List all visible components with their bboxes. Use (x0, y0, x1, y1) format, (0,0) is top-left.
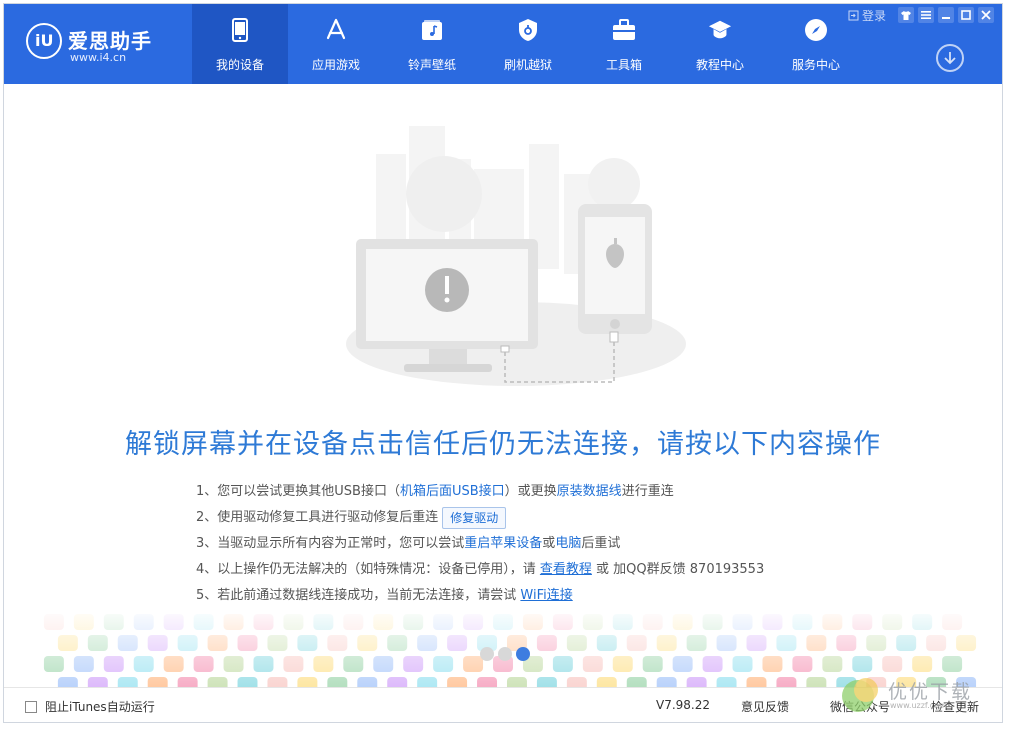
iphone-icon (578, 204, 652, 334)
restart-device-link[interactable]: 重启苹果设备 (464, 536, 542, 551)
close-button[interactable] (978, 7, 994, 23)
connection-illustration (346, 126, 686, 386)
original-cable-link[interactable]: 原装数据线 (557, 484, 622, 499)
block-itunes-label[interactable]: 阻止iTunes自动运行 (45, 698, 155, 715)
carousel-dots (480, 647, 530, 661)
nav-label: 服务中心 (791, 58, 840, 72)
app-window: iU 爱思助手 www.i4.cn 我的设备 应用游戏 铃声壁纸 刷机越狱 工具… (3, 3, 1003, 723)
minimize-icon (942, 17, 950, 19)
rear-usb-link[interactable]: 机箱后面USB接口 (400, 484, 505, 499)
window-controls: 登录 (848, 6, 994, 24)
step-text: 4、以上操作仍无法解决的（如特殊情况：设备已停用），请 (196, 562, 540, 577)
device-connect-panel: 解锁屏幕并在设备点击信任后仍无法连接，请按以下内容操作 1、您可以尝试更换其他U… (4, 84, 1002, 687)
step-text: 或 (542, 536, 556, 551)
top-bar: iU 爱思助手 www.i4.cn 我的设备 应用游戏 铃声壁纸 刷机越狱 工具… (4, 4, 1002, 84)
step-text: 3、当驱动显示所有内容为正常时，您可以尝试 (196, 536, 465, 551)
connection-headline: 解锁屏幕并在设备点击信任后仍无法连接，请按以下内容操作 (125, 429, 881, 460)
logo: iU 爱思助手 www.i4.cn (26, 23, 166, 67)
step-2: 2、使用驱动修复工具进行驱动修复后重连 修复驱动 (196, 505, 764, 531)
step-3: 3、当驱动显示所有内容为正常时，您可以尝试重启苹果设备或电脑后重试 (196, 531, 764, 557)
step-text: 进行重连 (621, 484, 674, 499)
skin-button[interactable] (898, 7, 914, 23)
close-icon (981, 10, 991, 20)
menu-button[interactable] (918, 7, 934, 23)
wifi-connect-link[interactable]: WiFi连接 (520, 588, 572, 603)
toolbox-icon (612, 18, 636, 42)
app-title: 爱思助手 (68, 29, 152, 53)
step-text: 2、使用驱动修复工具进行驱动修复后重连 (196, 510, 439, 525)
main-nav: 我的设备 应用游戏 铃声壁纸 刷机越狱 工具箱 教程中心 服务中心 (192, 4, 864, 84)
compass-icon (804, 18, 828, 42)
step-text: 1、您可以尝试更换其他USB接口（ (196, 484, 400, 499)
step-text: 或 加QQ群反馈 870193553 (591, 562, 765, 577)
phone-icon (228, 18, 252, 42)
nav-my-device[interactable]: 我的设备 (192, 4, 288, 84)
nav-label: 教程中心 (695, 58, 744, 72)
nav-label: 我的设备 (215, 58, 264, 72)
carousel-dot[interactable] (480, 647, 494, 661)
maximize-button[interactable] (958, 7, 974, 23)
music-note-icon (420, 18, 444, 42)
step-1: 1、您可以尝试更换其他USB接口（机箱后面USB接口）或更换原装数据线进行重连 (196, 479, 764, 505)
version-label: V7.98.22 (656, 698, 711, 712)
nav-toolbox[interactable]: 工具箱 (576, 4, 672, 84)
nav-label: 刷机越狱 (503, 58, 552, 72)
troubleshoot-steps: 1、您可以尝试更换其他USB接口（机箱后面USB接口）或更换原装数据线进行重连 … (196, 479, 764, 609)
step-text: ）或更换 (504, 484, 557, 499)
maximize-icon (961, 10, 971, 20)
wechat-link[interactable]: 微信公众号 (830, 698, 890, 715)
repair-driver-button[interactable]: 修复驱动 (442, 506, 507, 529)
step-text: 5、若此前通过数据线连接成功，当前无法连接，请尝试 (196, 588, 521, 603)
download-button[interactable] (936, 44, 964, 72)
menu-icon (921, 11, 931, 19)
nav-ringtones-wallpapers[interactable]: 铃声壁纸 (384, 4, 480, 84)
view-tutorial-link[interactable]: 查看教程 (540, 562, 592, 577)
check-update-link[interactable]: 检查更新 (931, 698, 979, 715)
nav-apps-games[interactable]: 应用游戏 (288, 4, 384, 84)
login-label: 登录 (861, 8, 886, 23)
app-url: www.i4.cn (70, 51, 127, 64)
shield-icon (516, 18, 540, 42)
feedback-link[interactable]: 意见反馈 (741, 698, 789, 715)
app-store-icon (324, 18, 348, 42)
block-itunes-checkbox[interactable] (25, 701, 37, 713)
nav-label: 铃声壁纸 (407, 58, 456, 72)
graduation-cap-icon (708, 18, 732, 42)
login-link[interactable]: 登录 (848, 7, 886, 24)
download-arrow-icon (944, 52, 956, 65)
nav-tutorials[interactable]: 教程中心 (672, 4, 768, 84)
logo-mark: iU (26, 23, 62, 59)
carousel-dot[interactable] (498, 647, 512, 661)
nav-flash-jailbreak[interactable]: 刷机越狱 (480, 4, 576, 84)
status-bar: 阻止iTunes自动运行 V7.98.22 意见反馈 微信公众号 检查更新 (4, 687, 1002, 722)
shirt-icon (901, 10, 911, 20)
minimize-button[interactable] (938, 7, 954, 23)
nav-label: 工具箱 (605, 58, 642, 72)
restart-computer-link[interactable]: 电脑 (555, 536, 581, 551)
nav-label: 应用游戏 (311, 58, 360, 72)
carousel-dot-active[interactable] (516, 647, 530, 661)
step-text: 后重试 (581, 536, 621, 551)
login-icon (848, 10, 859, 20)
step-4: 4、以上操作仍无法解决的（如特殊情况：设备已停用），请 查看教程 或 加QQ群反… (196, 557, 764, 583)
